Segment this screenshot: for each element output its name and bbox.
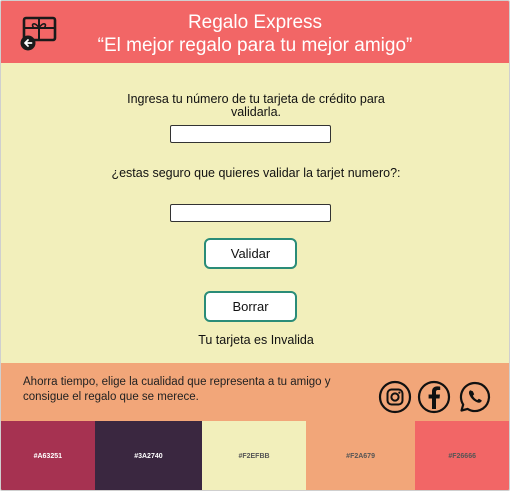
swatch-label: #F2A679 xyxy=(346,453,375,460)
app-title: Regalo Express xyxy=(187,12,323,33)
palette-swatch: #F2EFBB xyxy=(202,421,306,490)
whatsapp-icon[interactable] xyxy=(458,380,492,414)
palette-swatch: #F2A679 xyxy=(305,421,416,490)
instagram-icon[interactable] xyxy=(378,380,412,414)
validation-form: Ingresa tu número de tu tarjeta de crédi… xyxy=(1,63,509,363)
palette-swatch: #3A2740 xyxy=(94,421,203,490)
clear-button[interactable]: Borrar xyxy=(204,291,297,322)
color-palette: #A63251 #3A2740 #F2EFBB #F2A679 #F26666 xyxy=(1,421,509,490)
swatch-label: #A63251 xyxy=(33,453,63,460)
card-number-input[interactable] xyxy=(170,125,331,143)
validation-result: Tu tarjeta es Invalida xyxy=(198,333,314,347)
palette-swatch: #A63251 xyxy=(1,421,95,490)
validate-button[interactable]: Validar xyxy=(204,238,297,269)
swatch-label: #F26666 xyxy=(448,453,476,460)
swatch-label: #F2EFBB xyxy=(238,453,270,460)
confirm-card-label: ¿estas seguro que quieres validar la tar… xyxy=(111,166,401,180)
footer-text: Ahorra tiempo, elige la cualidad que rep… xyxy=(23,376,331,403)
palette-swatch: #F26666 xyxy=(415,421,509,490)
facebook-icon[interactable] xyxy=(417,380,451,414)
swatch-label: #3A2740 xyxy=(134,453,163,460)
header: Regalo Express “El mejor regalo para tu … xyxy=(1,1,509,63)
footer: Ahorra tiempo, elige la cualidad que rep… xyxy=(1,363,509,421)
app-frame: Regalo Express “El mejor regalo para tu … xyxy=(0,0,510,491)
app-subtitle: “El mejor regalo para tu mejor amigo” xyxy=(97,35,413,56)
card-number-label: Ingresa tu número de tu tarjeta de crédi… xyxy=(127,92,385,119)
confirm-card-input[interactable] xyxy=(170,204,331,222)
